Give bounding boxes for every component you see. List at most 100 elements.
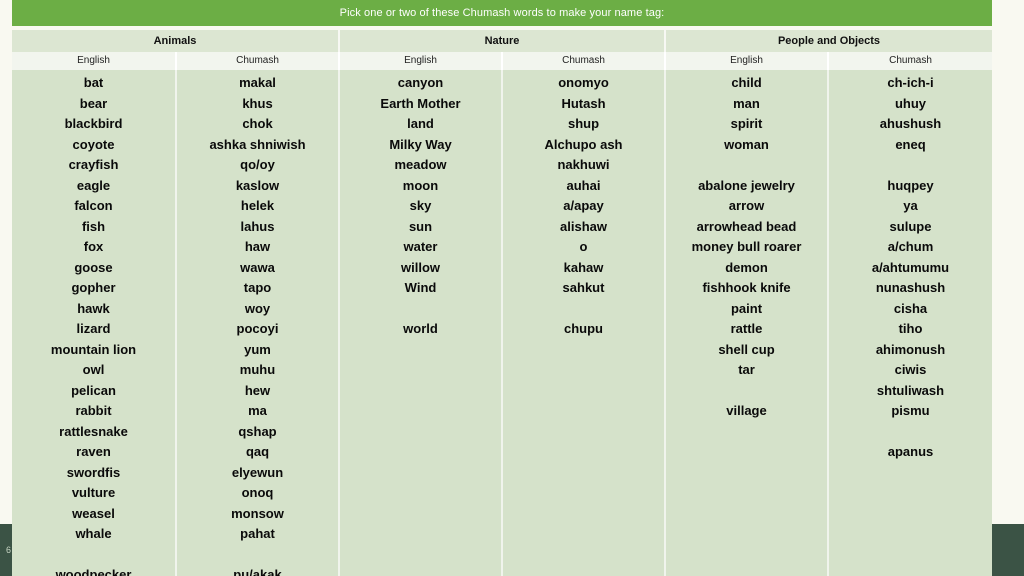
word-spacer [340,299,501,320]
word-item: world [403,321,438,336]
word-item: a/chum [887,239,934,254]
word-spacer [829,155,992,176]
word-item: paint [730,300,763,316]
word-item: Milky Way [389,136,452,152]
word-item: pu/akak [233,567,282,576]
word-column-nature-chumash: onomyo Hutash shup Alchupo ash nakhuwi auhai a… [503,70,666,576]
word-item: fox [83,239,104,254]
word-item: arrow [728,198,765,213]
word-item: rattlesnake [59,423,128,439]
word-item: money bull roarer [691,239,802,254]
word-item: nunashush [875,280,946,295]
sub-header-nature-chumash: Chumash [503,52,666,70]
word-item: coyote [72,136,115,152]
word-item: rabbit [75,403,112,418]
word-item: vulture [71,485,116,500]
word-item: sulupe [889,218,932,234]
word-item: pahat [240,526,275,541]
word-item: ma [248,403,267,418]
word-spacer [666,381,827,402]
word-item: ahushush [879,116,942,131]
word-item: weasel [72,505,115,521]
word-item: goose [74,259,113,275]
word-item: ciwis [894,362,927,377]
word-item: haw [244,239,271,254]
word-spacer [829,422,992,443]
word-column-people-english: child man spirit woman abalone jewelry arrow… [666,70,829,576]
word-item: uhuy [894,95,927,111]
word-columns: bat bear blackbird coyote crayfish eagle falco… [12,70,992,576]
word-item: swordfis [66,464,121,480]
word-item: wawa [240,259,275,275]
word-item: water [403,239,438,254]
word-item: fish [81,218,106,234]
word-column-people-chumash: ch-ich-i uhuy ahushush eneq huqpey ya sulupe a… [829,70,992,576]
word-item: tiho [898,321,923,336]
section-header-nature: Nature [340,30,666,52]
slide-number: 6 [6,545,12,555]
word-item: canyon [397,75,444,90]
sub-header-nature-english: English [340,52,503,70]
word-item: man [733,95,760,111]
word-item: fishhook knife [702,280,791,295]
word-item: shell cup [718,341,775,357]
word-item: hew [244,382,271,398]
word-item: woy [244,300,271,316]
slide-decoration-right [992,524,1024,576]
word-item: elyewun [231,464,284,480]
word-item: ashka shniwish [209,136,306,152]
word-item: huqpey [887,177,934,193]
word-item: land [407,116,434,131]
word-item: rattle [730,321,763,336]
word-item: qaq [245,444,270,459]
word-item: whale [75,526,112,541]
word-item: nakhuwi [557,157,610,172]
word-item: shtuliwash [876,382,945,398]
word-spacer [177,545,338,566]
word-item: ahimonush [875,341,946,357]
word-item: lahus [240,218,275,234]
word-item: spirit [730,116,763,131]
sub-header-people-english: English [666,52,829,70]
word-item: mountain lion [50,341,137,357]
word-item: woodpecker [55,567,132,576]
word-item: qshap [238,423,277,439]
word-item: shup [567,116,600,131]
word-item: child [731,75,762,90]
word-item: makal [239,75,276,90]
word-item: onoq [241,485,274,500]
word-item: sun [408,218,433,234]
word-item: gopher [71,280,116,295]
word-item: chok [242,116,273,131]
word-item: ya [903,198,918,213]
slide-title-banner: Pick one or two of these Chumash words t… [12,0,992,26]
word-item: Wind [404,280,437,295]
word-item: kahaw [563,259,604,275]
word-item: tapo [243,280,272,295]
word-column-nature-english: canyon Earth Mother land Milky Way meadow moo… [340,70,503,576]
word-item: village [726,403,767,418]
word-item: chupu [564,321,603,336]
word-item: arrowhead bead [696,218,797,234]
word-item: pelican [71,382,116,398]
word-item: sahkut [562,280,605,295]
word-item: woman [724,136,769,152]
word-item: sky [409,198,432,213]
word-column-animals-chumash: makal khus chok ashka shniwish qo/oy kaslow he… [177,70,340,576]
chumash-word-table: Animals Nature People and Objects Englis… [12,30,992,576]
word-item: helek [240,198,275,213]
word-spacer [503,299,664,320]
word-item: tar [738,362,755,377]
word-spacer [666,155,827,176]
word-item: blackbird [64,116,123,131]
word-item: demon [725,259,768,275]
word-item: Earth Mother [380,95,461,111]
word-item: kaslow [235,177,280,193]
word-column-animals-english: bat bear blackbird coyote crayfish eagle falco… [12,70,177,576]
word-item: meadow [394,157,447,172]
section-header-animals: Animals [12,30,340,52]
word-item: qo/oy [240,157,275,172]
word-item: onomyo [558,75,609,90]
word-item: Alchupo ash [544,136,623,152]
word-item: auhai [566,177,601,193]
